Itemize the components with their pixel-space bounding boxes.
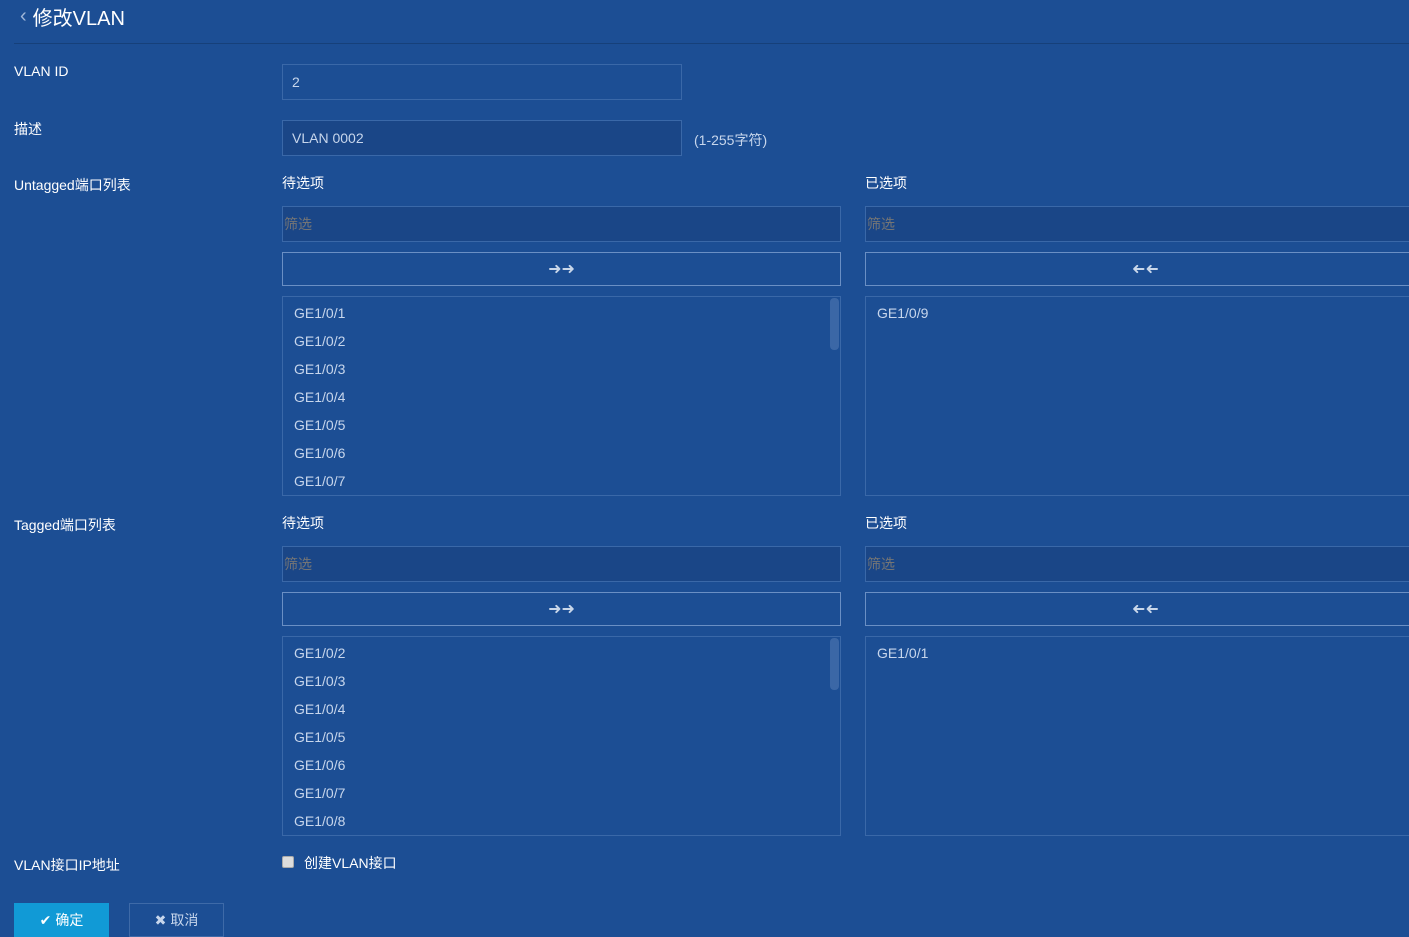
vlan-interface-label: VLAN接口IP地址 — [14, 857, 120, 873]
untagged-available-list[interactable]: GE1/0/1 GE1/0/2 GE1/0/3 GE1/0/4 GE1/0/5 … — [282, 296, 841, 496]
tagged-add-button[interactable]: ➜➜ — [282, 592, 841, 626]
vlan-id-label: VLAN ID — [14, 63, 69, 79]
chevron-left-icon[interactable]: ‹ — [20, 5, 27, 28]
double-arrow-right-icon: ➜➜ — [548, 261, 575, 278]
untagged-remove-button[interactable]: ➜➜ — [865, 252, 1409, 286]
tagged-available-filter[interactable] — [282, 546, 841, 582]
untagged-selected-filter[interactable] — [865, 206, 1409, 242]
tagged-available-list[interactable]: GE1/0/2 GE1/0/3 GE1/0/4 GE1/0/5 GE1/0/6 … — [282, 636, 841, 836]
list-item[interactable]: GE1/0/5 — [283, 723, 840, 751]
scrollbar[interactable] — [830, 638, 839, 690]
list-item[interactable]: GE1/0/3 — [283, 355, 840, 383]
tagged-remove-button[interactable]: ➜➜ — [865, 592, 1409, 626]
list-item[interactable]: GE1/0/7 — [283, 779, 840, 807]
confirm-button[interactable]: ✔ 确定 — [14, 903, 109, 937]
page-title-bar: ‹ 修改VLAN — [20, 2, 125, 31]
vlan-id-input[interactable] — [282, 64, 682, 100]
cancel-label: 取消 — [170, 912, 199, 928]
list-item[interactable]: GE1/0/8 — [283, 807, 840, 835]
untagged-selected-list[interactable]: GE1/0/9 — [865, 296, 1409, 496]
tagged-selected-filter[interactable] — [865, 546, 1409, 582]
create-vlan-interface-checkbox[interactable] — [282, 856, 294, 868]
tagged-selected-list[interactable]: GE1/0/1 — [865, 636, 1409, 836]
untagged-add-button[interactable]: ➜➜ — [282, 252, 841, 286]
description-label: 描述 — [14, 121, 42, 137]
list-item[interactable]: GE1/0/2 — [283, 639, 840, 667]
untagged-label: Untagged端口列表 — [14, 177, 131, 193]
list-item[interactable]: GE1/0/3 — [283, 667, 840, 695]
list-item[interactable]: GE1/0/1 — [866, 639, 1409, 667]
tagged-available-title: 待选项 — [282, 515, 324, 531]
list-item[interactable]: GE1/0/5 — [283, 411, 840, 439]
cancel-button[interactable]: ✖ 取消 — [129, 903, 224, 937]
scrollbar[interactable] — [830, 298, 839, 350]
list-item[interactable]: GE1/0/4 — [283, 383, 840, 411]
untagged-available-title: 待选项 — [282, 175, 324, 191]
list-item[interactable]: GE1/0/7 — [283, 467, 840, 495]
divider — [14, 43, 1409, 44]
description-input[interactable] — [282, 120, 682, 156]
list-item[interactable]: GE1/0/2 — [283, 327, 840, 355]
tagged-selected-title: 已选项 — [865, 515, 907, 531]
tagged-label: Tagged端口列表 — [14, 517, 116, 533]
untagged-selected-title: 已选项 — [865, 175, 907, 191]
description-hint: (1-255字符) — [694, 132, 768, 148]
list-item[interactable]: GE1/0/6 — [283, 751, 840, 779]
list-item[interactable]: GE1/0/9 — [866, 299, 1409, 327]
list-item[interactable]: GE1/0/4 — [283, 695, 840, 723]
double-arrow-left-icon: ➜➜ — [1132, 601, 1159, 618]
page-title: 修改VLAN — [32, 8, 125, 30]
check-icon: ✔ — [39, 911, 52, 928]
create-vlan-interface-label[interactable]: 创建VLAN接口 — [304, 853, 397, 873]
list-item[interactable]: GE1/0/6 — [283, 439, 840, 467]
double-arrow-left-icon: ➜➜ — [1132, 261, 1159, 278]
confirm-label: 确定 — [55, 912, 84, 928]
double-arrow-right-icon: ➜➜ — [548, 601, 575, 618]
untagged-available-filter[interactable] — [282, 206, 841, 242]
list-item[interactable]: GE1/0/1 — [283, 299, 840, 327]
close-icon: ✖ — [154, 911, 167, 928]
